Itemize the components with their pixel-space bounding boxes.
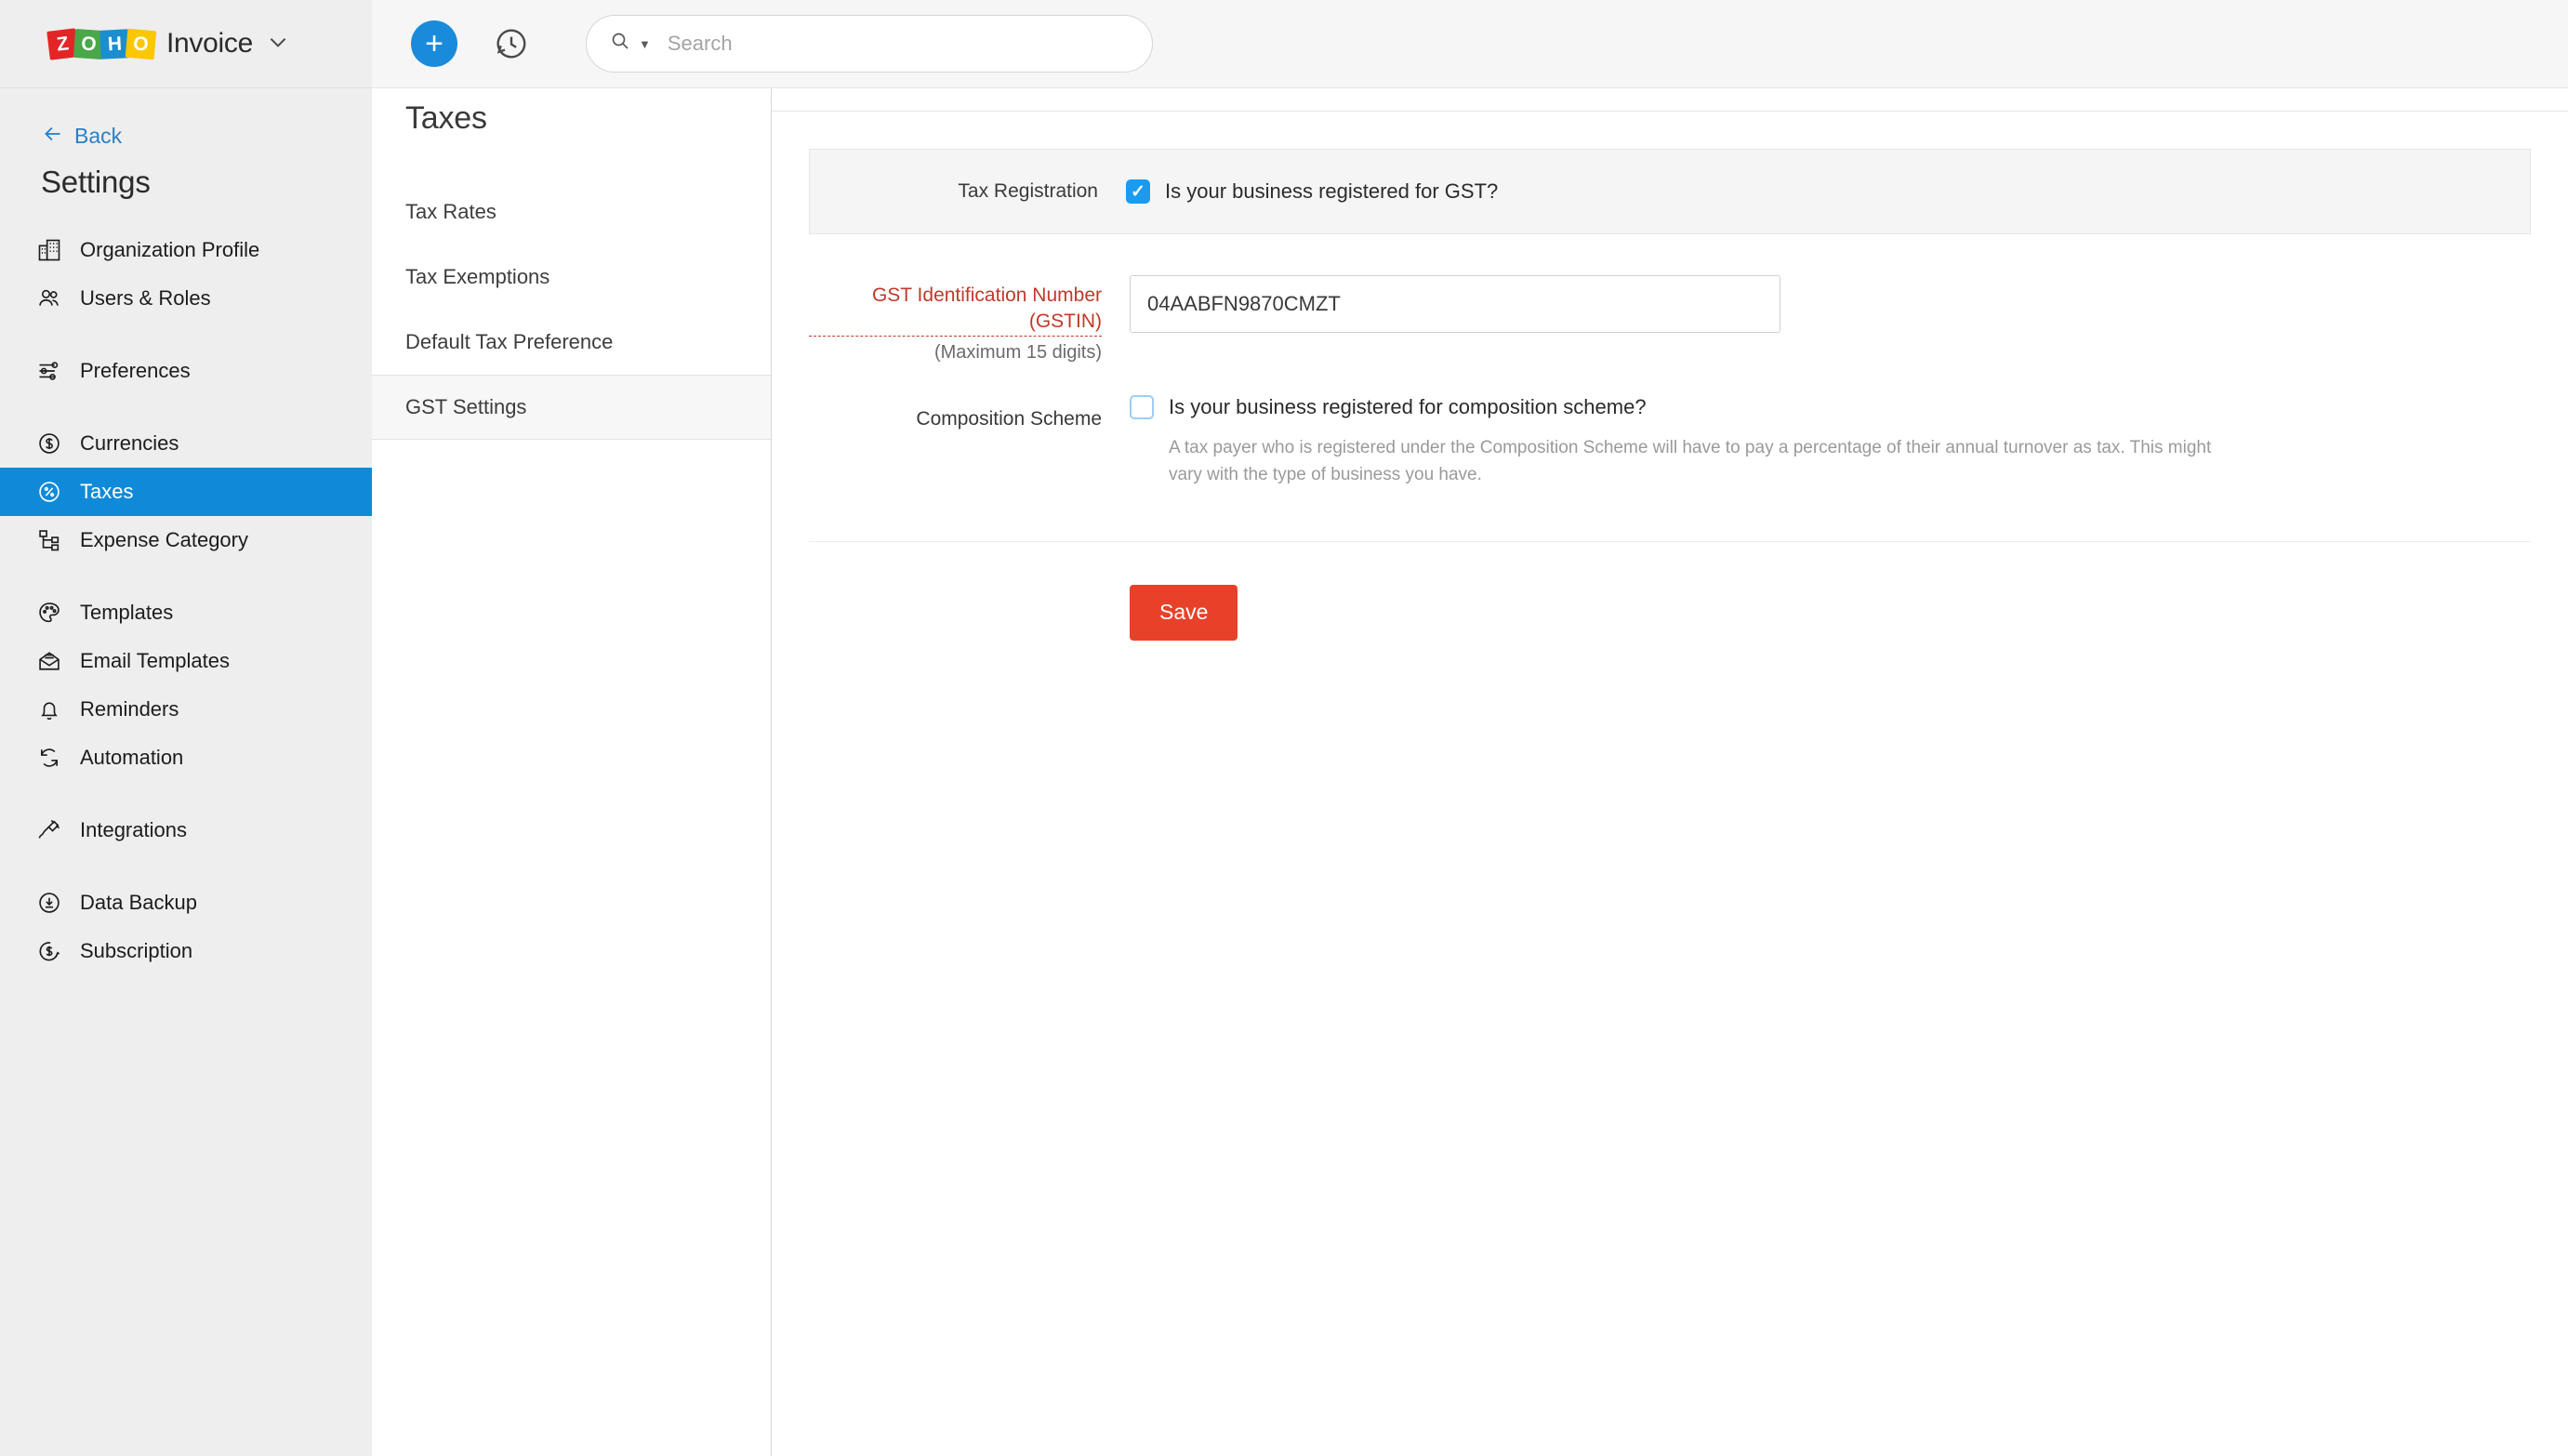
users-icon [35, 285, 63, 312]
subnav-item-label: Tax Exemptions [405, 265, 549, 289]
save-button[interactable]: Save [1130, 585, 1238, 641]
sidebar-item-organization-profile[interactable]: Organization Profile [0, 226, 372, 274]
sidebar-item-templates[interactable]: Templates [0, 589, 372, 637]
zoho-logo[interactable]: Z O H O Invoice [48, 28, 290, 60]
nav-group-finance: Currencies Taxes Expense Category [0, 419, 372, 564]
sidebar-item-label: Integrations [80, 818, 187, 842]
subnav-item-gst-settings[interactable]: GST Settings [372, 375, 771, 440]
product-name: Invoice [166, 28, 253, 60]
bell-icon [35, 695, 63, 723]
sidebar-item-preferences[interactable]: Preferences [0, 347, 372, 395]
gstin-field-col [1130, 275, 2531, 333]
top-bar: + ▼ [372, 0, 2568, 88]
sidebar-item-integrations[interactable]: Integrations [0, 806, 372, 854]
sidebar-item-label: Data Backup [80, 891, 197, 915]
gstin-label-col: GST Identification Number (GSTIN) (Maxim… [809, 275, 1130, 364]
logo-cube-o2: O [126, 28, 157, 60]
subnav-item-tax-exemptions[interactable]: Tax Exemptions [372, 245, 771, 310]
sidebar-item-reminders[interactable]: Reminders [0, 685, 372, 734]
brand-bar: Z O H O Invoice [0, 0, 372, 88]
tax-registration-panel: Tax Registration Is your business regist… [809, 149, 2531, 234]
composition-scheme-checkbox[interactable] [1130, 395, 1154, 419]
arrow-left-icon [41, 122, 65, 150]
app-root: Z O H O Invoice Back Settings [0, 0, 2568, 1456]
palette-icon [35, 599, 63, 627]
gstin-sub-label: (Maximum 15 digits) [809, 342, 1102, 364]
sidebar-item-label: Subscription [80, 939, 192, 963]
subnav-item-tax-rates[interactable]: Tax Rates [372, 179, 771, 245]
nav-group-preferences: Preferences [0, 347, 372, 395]
sidebar-item-taxes[interactable]: Taxes [0, 468, 372, 516]
subnav-item-default-tax-preference[interactable]: Default Tax Preference [372, 310, 771, 375]
gst-registered-label: Is your business registered for GST? [1165, 179, 1498, 204]
caret-down-icon[interactable]: ▼ [639, 37, 651, 51]
page-title: Settings [0, 150, 372, 200]
gstin-input[interactable] [1130, 275, 1780, 333]
sidebar-item-label: Automation [80, 746, 183, 770]
percent-circle-icon [35, 478, 63, 506]
search-icon [609, 30, 631, 58]
sidebar-item-data-backup[interactable]: Data Backup [0, 879, 372, 927]
nav-group-integrations: Integrations [0, 806, 372, 854]
composition-scheme-row: Composition Scheme Is your business regi… [809, 395, 2531, 489]
back-label: Back [74, 124, 122, 149]
nav-group-organization: Organization Profile Users & Roles [0, 226, 372, 323]
gst-registered-checkbox[interactable] [1126, 179, 1150, 204]
settings-sidebar: Z O H O Invoice Back Settings [0, 0, 372, 1456]
sidebar-item-automation[interactable]: Automation [0, 734, 372, 782]
sidebar-item-label: Reminders [80, 697, 179, 721]
save-button-wrap: Save [772, 542, 2568, 641]
create-new-button[interactable]: + [411, 20, 457, 67]
gstin-row: GST Identification Number (GSTIN) (Maxim… [809, 275, 2531, 364]
subnav-item-label: GST Settings [405, 395, 526, 419]
sidebar-item-label: Email Templates [80, 649, 230, 673]
composition-scheme-help-text: A tax payer who is registered under the … [1169, 434, 2219, 489]
composition-scheme-label-col: Composition Scheme [809, 395, 1130, 430]
gst-form: GST Identification Number (GSTIN) (Maxim… [809, 234, 2531, 489]
sidebar-item-label: Organization Profile [80, 238, 259, 262]
building-icon [35, 236, 63, 264]
clock-history-icon[interactable] [491, 23, 532, 64]
sidebar-item-label: Preferences [80, 359, 191, 383]
refresh-cycle-icon [35, 744, 63, 772]
sidebar-item-label: Users & Roles [80, 286, 211, 311]
sidebar-item-users-roles[interactable]: Users & Roles [0, 274, 372, 323]
sliders-icon [35, 357, 63, 385]
sidebar-item-expense-category[interactable]: Expense Category [0, 516, 372, 564]
search-box[interactable]: ▼ [586, 15, 1153, 73]
nav-group-customization: Templates Email Templates Reminders [0, 589, 372, 782]
gstin-label[interactable]: GST Identification Number (GSTIN) [809, 283, 1102, 337]
chevron-down-icon[interactable] [266, 30, 290, 59]
sidebar-item-label: Expense Category [80, 528, 248, 552]
back-link[interactable]: Back [0, 88, 372, 150]
sidebar-item-label: Currencies [80, 431, 179, 456]
tax-registration-label: Tax Registration [810, 180, 1126, 203]
download-circle-icon [35, 889, 63, 917]
sidebar-item-subscription[interactable]: Subscription [0, 927, 372, 975]
composition-scheme-checkbox-label: Is your business registered for composit… [1169, 395, 1647, 419]
nav-group-account: Data Backup Subscription [0, 879, 372, 975]
search-input[interactable] [668, 32, 1130, 56]
composition-scheme-field-col: Is your business registered for composit… [1130, 395, 2531, 489]
composition-scheme-checkbox-line: Is your business registered for composit… [1130, 395, 2531, 419]
subnav-item-label: Tax Rates [405, 200, 496, 224]
sidebar-item-email-templates[interactable]: Email Templates [0, 637, 372, 685]
dollar-refresh-icon [35, 937, 63, 965]
sidebar-item-label: Taxes [80, 480, 133, 504]
subnav-list: Tax Rates Tax Exemptions Default Tax Pre… [372, 179, 771, 440]
sidebar-item-label: Templates [80, 601, 173, 625]
composition-scheme-label: Composition Scheme [809, 403, 1102, 430]
dollar-circle-icon [35, 430, 63, 457]
hierarchy-icon [35, 526, 63, 554]
main-content: GST Settings Tax Registration Is your bu… [772, 0, 2568, 1456]
sidebar-item-currencies[interactable]: Currencies [0, 419, 372, 468]
settings-nav: Organization Profile Users & Roles Prefe… [0, 226, 372, 975]
subnav-item-label: Default Tax Preference [405, 330, 613, 354]
open-envelope-icon [35, 647, 63, 675]
plug-icon [35, 816, 63, 844]
taxes-subnav: Taxes Tax Rates Tax Exemptions Default T… [372, 0, 772, 1456]
